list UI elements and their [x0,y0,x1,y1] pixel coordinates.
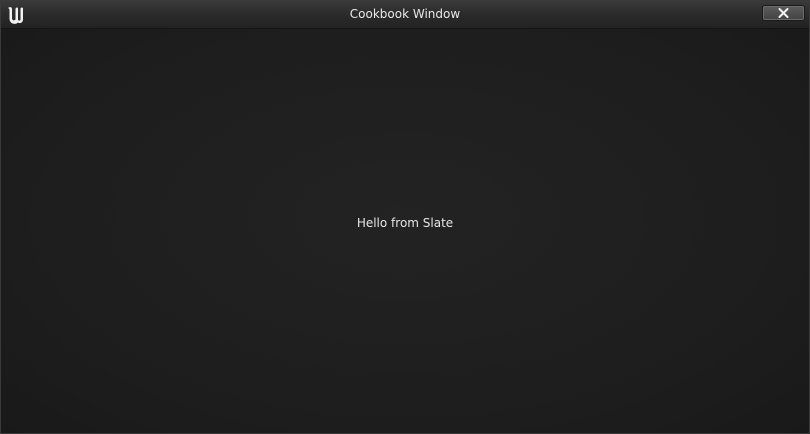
title-bar[interactable]: Cookbook Window [1,1,809,29]
unreal-engine-logo-icon [6,4,28,26]
close-icon [778,8,789,18]
hello-text: Hello from Slate [356,216,454,230]
window-title: Cookbook Window [349,7,461,21]
cookbook-window: Cookbook Window Hello from Slate [0,0,810,434]
window-content: Hello from Slate [1,29,809,433]
close-button[interactable] [763,6,804,20]
